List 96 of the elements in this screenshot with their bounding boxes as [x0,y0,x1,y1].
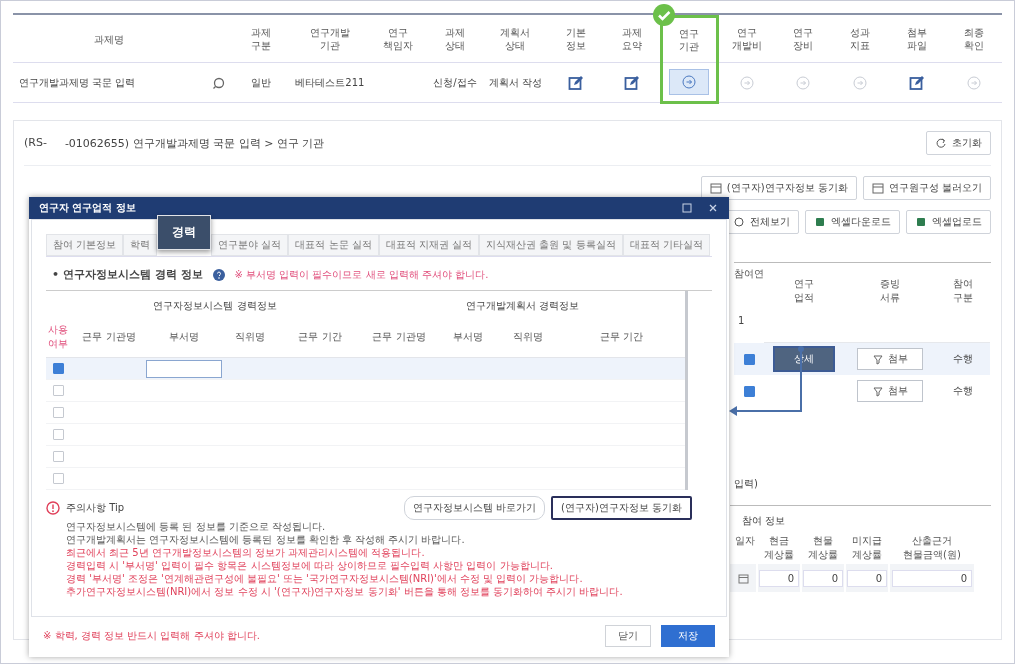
column-header: 과제 상태 [426,16,484,63]
table-cell: 수행 [953,352,973,366]
tab[interactable]: 대표적 지재권 실적 [378,234,480,256]
checkbox[interactable] [52,473,64,484]
refresh-icon [935,137,947,149]
warning-text: ※ 학력, 경력 정보 반드시 입력해 주셔야 합니다. [43,629,260,643]
column-header: 첨부 파일 [888,16,946,63]
action-button[interactable]: (연구자)연구자정보 동기화 [551,496,692,520]
edit-icon [908,74,925,91]
column-header: 현물 계상률 [807,534,839,562]
tips-title: 주의사항 Tip [66,501,125,515]
warning-text: ※ 부서명 입력이 필수이므로 새로 입력해 주셔야 합니다. [234,267,489,282]
note-text: 입력) [734,477,759,491]
attach-button[interactable]: 첨부 [857,380,923,402]
spreadsheet-icon [915,216,927,228]
column-header: 산출근거 현물금액(원) [902,534,962,562]
excel-button[interactable]: 엑셀업로드 [906,210,991,234]
close-icon [707,202,719,214]
checkbox[interactable] [52,407,64,418]
attach-button[interactable]: 첨부 [857,348,923,370]
filter-icon [872,353,884,365]
tab[interactable]: 학력 [123,234,158,256]
edit-icon [623,74,640,91]
tip-text: 추가연구자정보시스템(NRI)에서 정보 수정 시 '(연구자)연구자정보 동기화' 버튼을 통해 정보를 동기화하여 주시기 바랍니다. [65,585,624,598]
table-cell: 수행 [953,384,973,398]
tip-text: 최근에서 최근 5년 연구개발정보시스템의 정보가 과제관리시스템에 적용됩니다. [65,546,426,559]
calendar-icon [737,572,749,584]
column-header: 연구 개발비 [717,16,775,63]
column-header: 현금 계상률 [763,534,795,562]
excel-button[interactable]: 엑셀다운로드 [805,210,900,234]
breadcrumb-text: -01062655) 연구개발과제명 국문 입력 > 연구 기관 [64,135,325,151]
checkbox[interactable] [52,385,64,396]
number-field[interactable]: 0 [803,569,843,587]
arrow-circle-icon [682,75,697,89]
column-header: 연구 업적 [793,277,815,305]
table-cell: 연구개발과제명 국문 입력 [19,76,136,88]
help-icon [212,268,225,281]
column-header: 최종 확인 [945,16,1002,63]
column-header: 과제명 [13,16,205,63]
checkbox[interactable] [743,353,755,365]
table-cell: 베타테스트211 [295,76,365,88]
table-cell: 신청/접수 [433,76,477,88]
column-header: 연구개발 기관 [289,16,370,63]
checkbox[interactable] [52,451,64,462]
tip-text: 연구자정보시스템에 등록 된 정보를 기준으로 작성됩니다. [65,520,327,533]
number-field[interactable]: 0 [847,569,887,587]
tab[interactable]: 연구분야 실적 [211,234,289,256]
table-cell: 일반 [251,76,272,88]
tab[interactable]: 경력 [157,215,212,250]
tip-text: 경력 '부서명' 조정은 '연계해관련구성에 불필요' 또는 '국가연구자정보시스템(NRI)'에서 수정 및 입력이 가능합니다. [65,572,584,585]
save-button[interactable]: 저장 [661,625,715,647]
column-group-header: 연구개발계획서 경력정보 [464,299,581,313]
input-field[interactable] [146,359,222,378]
action-button[interactable]: 연구자정보시스템 바로가기 [403,496,545,520]
column-group-header: 연구자정보시스템 경력정보 [152,299,278,313]
filter-icon [872,385,884,397]
tab[interactable]: 지식재산권 출원 및 등록실적 [479,234,623,256]
spreadsheet-icon [814,216,826,228]
toolbar-button[interactable]: (연구자)연구자정보 동기화 [700,176,857,200]
tab[interactable]: 대표적 기타실적 [622,234,710,256]
number-field[interactable]: 0 [892,569,972,587]
calendar-icon [709,182,722,194]
checkbox[interactable] [52,429,64,440]
column-header: 연구 장비 [774,16,832,63]
tip-text: 연구개발계획서는 연구자정보시스템에 등록된 정보를 확인한 후 작성해 주시기 바랍니다. [65,533,466,546]
column-header: 연구 책임자 [369,16,427,63]
reset-button[interactable]: 초기화 [926,131,991,155]
check-badge-icon [652,4,675,26]
tab[interactable]: 참여 기본정보 [46,234,124,256]
column-header: 기본 정보 [547,16,605,63]
column-header: 일자 [734,534,756,548]
column-header: 계획서 상태 [483,16,548,63]
toolbar-button[interactable]: 연구원구성 불러오기 [862,176,991,200]
column-header: 성과 지표 [831,16,889,63]
checkbox[interactable] [52,363,64,374]
column-header: 과제 구분 [233,16,290,63]
column-header: 증빙 서류 [879,277,901,305]
close-button[interactable]: 닫기 [605,625,651,647]
arrow-circle-button[interactable] [669,69,710,95]
column-header: 미지급 계상률 [851,534,883,562]
table-cell: 계획서 작성 [488,76,543,88]
section-title: 참여 정보 [741,514,787,528]
column-header: 참여연 [734,267,764,281]
tab[interactable]: 대표적 논문 실적 [288,234,379,256]
edit-icon [567,74,584,91]
number-field[interactable]: 0 [759,569,799,587]
checkbox[interactable] [743,385,755,397]
alert-icon [46,501,60,515]
column-header: 참여 구분 [952,277,974,305]
maximize-icon [681,202,693,214]
breadcrumb-text: (RS- [24,135,47,151]
dialog-title: 연구자 연구업적 정보 [39,201,136,215]
section-title: • 연구자정보시스템 경력 정보 [52,267,203,282]
tip-text: 경력입력 시 '부서명' 입력이 필수 항목은 시스템정보에 따라 상이하므로 필수입력 사항만 입력이 가능합니다. [65,559,554,572]
calendar-icon [871,182,884,194]
table-cell-text: 1 [737,315,746,328]
